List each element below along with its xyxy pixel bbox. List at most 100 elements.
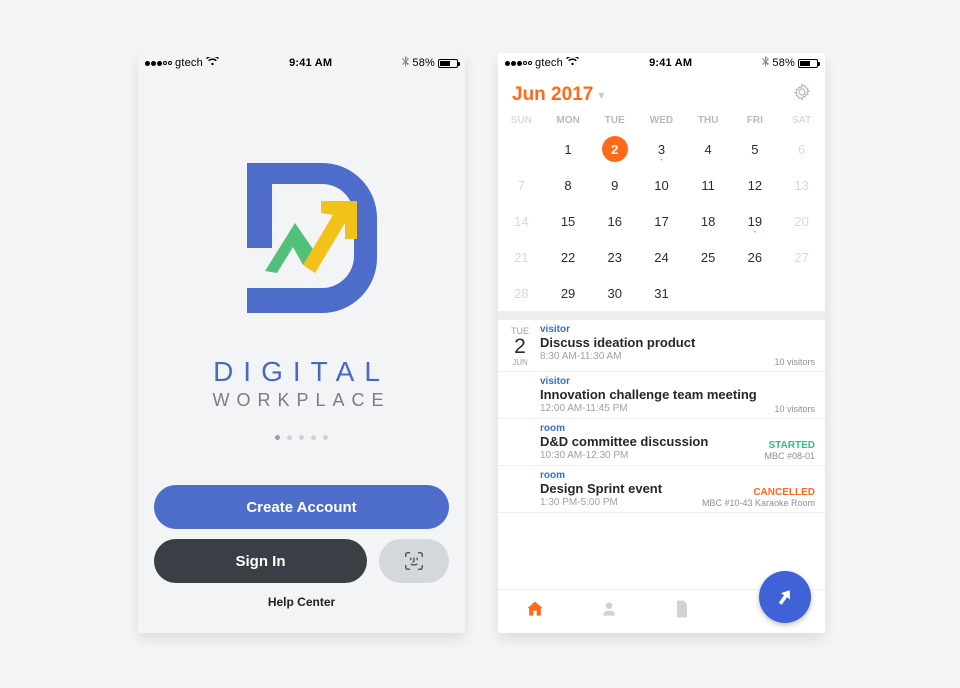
calendar-day[interactable]: 6 — [778, 131, 825, 167]
agenda-date — [504, 423, 540, 461]
calendar-day[interactable]: 4 — [685, 131, 732, 167]
calendar-day[interactable]: 20 — [778, 203, 825, 239]
calendar-dow: MON — [545, 110, 592, 131]
face-id-icon — [403, 550, 425, 572]
status-bar: gtech 9:41 AM 58% — [498, 53, 825, 73]
agenda-tag: visitor — [540, 324, 815, 335]
home-icon — [525, 599, 545, 619]
agenda-location: 10 visitors — [774, 404, 815, 414]
bluetooth-icon — [402, 56, 409, 70]
calendar-day[interactable]: 30 — [591, 275, 638, 311]
calendar-dow: SUN — [498, 110, 545, 131]
bluetooth-icon — [762, 56, 769, 70]
calendar-day — [498, 131, 545, 167]
calendar-day — [685, 275, 732, 311]
agenda-item[interactable]: visitorInnovation challenge team meeting… — [498, 372, 825, 419]
agenda-tag: room — [540, 470, 815, 481]
clock-label: 9:41 AM — [579, 57, 762, 69]
signal-dots-icon — [145, 61, 172, 66]
brand-text: DIGITAL WORKPLACE — [212, 356, 390, 411]
calendar-day[interactable]: 2• — [591, 131, 638, 167]
tab-documents[interactable] — [672, 599, 692, 624]
calendar-day[interactable]: 27 — [778, 239, 825, 275]
document-icon — [672, 599, 692, 619]
agenda-title: Innovation challenge team meeting — [540, 387, 815, 403]
battery-icon — [798, 59, 818, 68]
brand-line-1: DIGITAL — [212, 356, 390, 388]
agenda-location: 10 visitors — [774, 357, 815, 367]
calendar-dow: WED — [638, 110, 685, 131]
sign-in-button[interactable]: Sign In — [154, 539, 367, 583]
agenda-list[interactable]: TUE2JUNvisitorDiscuss ideation product8:… — [498, 320, 825, 589]
calendar-dow: FRI — [732, 110, 779, 131]
wifi-icon — [566, 57, 579, 69]
calendar-day[interactable]: 1 — [545, 131, 592, 167]
agenda-item[interactable]: roomDesign Sprint event1:30 PM-5:00 PMCA… — [498, 466, 825, 513]
calendar-dow: TUE — [591, 110, 638, 131]
agenda-date — [504, 376, 540, 414]
carrier-label: gtech — [175, 57, 203, 69]
calendar-day — [732, 275, 779, 311]
calendar-day[interactable]: 21 — [498, 239, 545, 275]
agenda-item[interactable]: roomD&D committee discussion10:30 AM-12:… — [498, 419, 825, 466]
calendar-grid[interactable]: SUNMONTUEWEDTHUFRISAT 12•3•4567891011121… — [498, 110, 825, 311]
calendar-month-picker[interactable]: Jun 2017 — [512, 84, 593, 106]
page-indicator[interactable] — [275, 435, 328, 440]
calendar-screen: gtech 9:41 AM 58% Jun 2017 ▾ SUNMONTUEWE… — [498, 53, 825, 633]
calendar-day[interactable]: 3• — [638, 131, 685, 167]
create-account-button[interactable]: Create Account — [154, 485, 449, 529]
chevron-down-icon: ▾ — [598, 88, 604, 102]
calendar-dow: SAT — [778, 110, 825, 131]
agenda-date: TUE2JUN — [504, 324, 540, 367]
signal-dots-icon — [505, 61, 532, 66]
calendar-day[interactable]: 8 — [545, 167, 592, 203]
agenda-date — [504, 470, 540, 508]
calendar-day[interactable]: 11 — [685, 167, 732, 203]
welcome-screen: gtech 9:41 AM 58% DIGITAL WORKPLACE — [138, 53, 465, 633]
calendar-day[interactable]: 7 — [498, 167, 545, 203]
calendar-day[interactable]: 19• — [732, 203, 779, 239]
tab-bar — [498, 589, 825, 633]
wifi-icon — [206, 57, 219, 69]
calendar-day[interactable]: 13 — [778, 167, 825, 203]
calendar-day[interactable]: 28 — [498, 275, 545, 311]
calendar-day[interactable]: 18 — [685, 203, 732, 239]
calendar-day[interactable]: 25 — [685, 239, 732, 275]
calendar-day[interactable]: 16 — [591, 203, 638, 239]
help-center-link[interactable]: Help Center — [154, 595, 449, 609]
calendar-day[interactable]: 17 — [638, 203, 685, 239]
agenda-location: MBC #10-43 Karaoke Room — [702, 498, 815, 508]
calendar-day[interactable]: 24 — [638, 239, 685, 275]
agenda-status: STARTED — [764, 440, 815, 451]
calendar-day[interactable]: 23 — [591, 239, 638, 275]
calendar-day[interactable]: 29 — [545, 275, 592, 311]
calendar-day[interactable]: 10 — [638, 167, 685, 203]
fab-add-button[interactable] — [759, 571, 811, 623]
calendar-day[interactable]: 26 — [732, 239, 779, 275]
battery-icon — [438, 59, 458, 68]
battery-label: 58% — [412, 57, 435, 69]
status-bar: gtech 9:41 AM 58% — [138, 53, 465, 73]
gear-icon — [793, 83, 811, 101]
calendar-day[interactable]: 5 — [732, 131, 779, 167]
calendar-day[interactable]: 22 — [545, 239, 592, 275]
calendar-dow: THU — [685, 110, 732, 131]
arrow-up-icon — [770, 582, 801, 613]
agenda-tag: room — [540, 423, 815, 434]
calendar-day[interactable]: 14 — [498, 203, 545, 239]
tab-profile[interactable] — [599, 599, 619, 624]
agenda-title: Discuss ideation product — [540, 335, 815, 351]
agenda-tag: visitor — [540, 376, 815, 387]
app-logo-icon — [217, 143, 387, 338]
tab-home[interactable] — [525, 599, 545, 624]
agenda-status: CANCELLED — [702, 487, 815, 498]
calendar-day[interactable]: 31 — [638, 275, 685, 311]
brand-line-2: WORKPLACE — [212, 390, 390, 411]
calendar-day[interactable]: 9 — [591, 167, 638, 203]
face-id-button[interactable] — [379, 539, 449, 583]
calendar-day[interactable]: 15 — [545, 203, 592, 239]
user-icon — [599, 599, 619, 619]
settings-button[interactable] — [793, 83, 811, 106]
agenda-item[interactable]: TUE2JUNvisitorDiscuss ideation product8:… — [498, 320, 825, 372]
calendar-day[interactable]: 12 — [732, 167, 779, 203]
